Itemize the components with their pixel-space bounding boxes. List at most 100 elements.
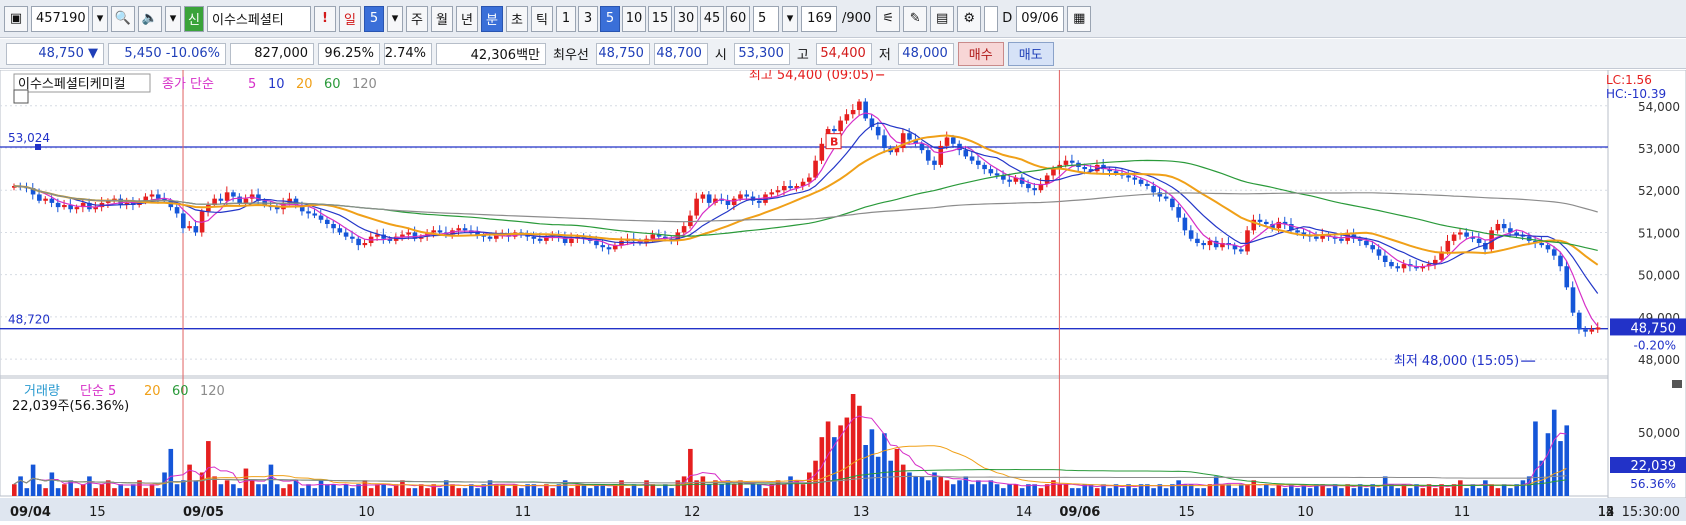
candle-body [118, 198, 124, 205]
volume-bar [875, 456, 881, 496]
volume-bar [1195, 488, 1200, 496]
interval-3-button[interactable]: 3 [578, 5, 598, 32]
candle-body [813, 160, 818, 178]
volume-bar [681, 476, 687, 496]
date-checkbox[interactable] [984, 5, 999, 32]
speaker-dropdown-icon[interactable]: ▾ [165, 5, 181, 32]
candle-body [976, 160, 981, 165]
code-dropdown-icon[interactable]: ▾ [92, 5, 108, 32]
interval-60-button[interactable]: 60 [726, 5, 750, 32]
speaker-icon[interactable]: 🔈 [138, 5, 162, 32]
legend-ma-5: 5 [248, 77, 256, 92]
candle-body [187, 226, 192, 229]
volume-bar [888, 460, 893, 496]
candle-body [706, 194, 712, 203]
price-change: 5,450 -10.06% [108, 42, 226, 65]
period-second-button[interactable]: 초 [506, 5, 528, 32]
interval-15-button[interactable]: 15 [648, 5, 672, 32]
volume-bar [249, 480, 255, 496]
calendar-icon[interactable]: ▦ [1067, 5, 1092, 32]
volume-bar [857, 405, 862, 496]
candle-body [1389, 262, 1394, 267]
candle-body [181, 213, 186, 229]
volume-bar [1295, 488, 1300, 496]
candle-body [919, 143, 925, 151]
volume-bar [925, 480, 931, 496]
candle-type-icon[interactable]: ⚟ [876, 5, 901, 32]
volume-bar [512, 484, 518, 496]
volume-bar [1470, 484, 1476, 496]
count-input[interactable]: 169 [801, 5, 837, 32]
search-icon[interactable]: 🔍 [111, 5, 135, 32]
volume-bar [306, 484, 311, 496]
candle-body [55, 202, 61, 208]
volume-bar [537, 488, 543, 496]
interval-45-button[interactable]: 45 [700, 5, 724, 32]
interval-10-button[interactable]: 10 [622, 5, 646, 32]
chart-area[interactable]: 48,000 49,000 50,000 51,000 52,000 53,000 54,0… [0, 68, 1686, 521]
candle-body [744, 194, 750, 197]
interval-1-button[interactable]: 1 [556, 5, 576, 32]
candle-body [1182, 217, 1188, 231]
stock-code-input[interactable]: 457190 [31, 5, 89, 32]
interval-input[interactable]: 5 [753, 5, 779, 32]
volume-bar [1558, 441, 1563, 496]
volume-bar [1013, 484, 1019, 496]
volume-bar [663, 484, 668, 496]
volume-bar [12, 484, 17, 496]
period-week-button[interactable]: 주 [406, 5, 428, 32]
volume-bar [519, 488, 524, 496]
volume-bar [637, 488, 643, 496]
interval-dropdown-icon[interactable]: ▾ [782, 5, 798, 32]
candle-body [1551, 249, 1557, 256]
period-year-button[interactable]: 년 [456, 5, 478, 32]
sell-button[interactable]: 매도 [1007, 41, 1054, 66]
candle-body [1145, 183, 1150, 186]
volume-bar [575, 484, 580, 496]
candle-body [1339, 238, 1344, 241]
volume-bar [1213, 476, 1219, 496]
candle-body [74, 207, 80, 210]
alert-button[interactable]: ! [314, 5, 336, 32]
gear-icon[interactable]: ⚙ [957, 5, 982, 32]
volume-bar [788, 476, 793, 496]
period-tick-button[interactable]: 틱 [531, 5, 553, 32]
volume-bar [1263, 484, 1269, 496]
volume-info: 22,039주(56.36%) [12, 399, 129, 414]
candle-body [1382, 255, 1388, 262]
day-dropdown-icon[interactable]: ▾ [387, 5, 403, 32]
volume-bar [368, 488, 374, 496]
interval-5-button[interactable]: 5 [600, 5, 620, 32]
best-quote-label: 최우선 [550, 42, 592, 65]
candle-body [650, 234, 656, 239]
volume-bar [750, 484, 756, 496]
candle-body [149, 194, 155, 197]
date-input[interactable]: 09/06 [1016, 5, 1065, 32]
layout-icon[interactable]: ▣ [4, 5, 28, 32]
line-tool-icon[interactable]: ✎ [903, 5, 928, 32]
candle-body [1157, 192, 1163, 197]
period-minute-button[interactable]: 분 [481, 5, 503, 32]
period-day-count[interactable]: 5 [364, 5, 384, 32]
interval-30-button[interactable]: 30 [674, 5, 698, 32]
period-day-button[interactable]: 일 [339, 5, 361, 32]
stock-name-field[interactable]: 이수스페셜티 [207, 5, 311, 32]
volume-bar [30, 464, 36, 496]
candle-body [1295, 230, 1300, 233]
volume-bar [130, 484, 136, 496]
reference-line-label: 53,024 [8, 131, 50, 145]
candlestick-chart[interactable]: 48,00049,00050,00051,00052,00053,00054,0… [0, 68, 1686, 521]
buy-button[interactable]: 매수 [957, 41, 1004, 66]
candle-body [606, 247, 612, 250]
volume-bar [1339, 488, 1344, 496]
volume-bar [994, 484, 1000, 496]
volume-bar [143, 488, 149, 496]
legend-volume-ma5: 단순 5 [80, 384, 116, 399]
low-label: 저 [875, 42, 894, 65]
volume-pct-label: 56.36% [1630, 477, 1676, 491]
candle-body [1245, 230, 1250, 252]
candle-body [1026, 183, 1031, 189]
period-month-button[interactable]: 월 [431, 5, 453, 32]
candle-body [487, 236, 493, 239]
save-icon[interactable]: ▤ [930, 5, 955, 32]
